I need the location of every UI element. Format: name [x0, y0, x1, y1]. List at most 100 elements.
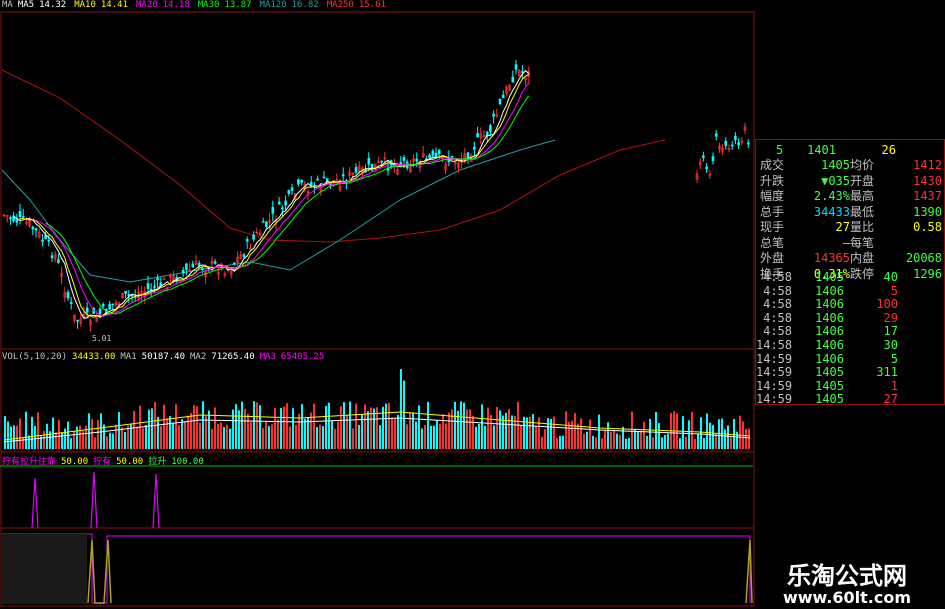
candle-body	[489, 125, 492, 132]
volume-bar	[748, 428, 750, 449]
candle-body	[705, 166, 708, 170]
volume-bar	[478, 423, 480, 449]
volume-bar	[145, 425, 147, 449]
candle-body	[57, 259, 60, 264]
candle-body	[734, 135, 737, 141]
volume-bar	[355, 403, 357, 449]
volume-bar	[34, 425, 36, 449]
ma-label-4: MA30	[197, 0, 220, 10]
volume-bar	[349, 401, 351, 449]
candle-body	[69, 302, 73, 304]
tick-price: 1406	[815, 351, 844, 366]
volume-bar	[175, 404, 177, 449]
volume-bar	[97, 419, 99, 449]
candle-body	[76, 319, 79, 322]
vol-header-item-3: 50187.40	[141, 352, 186, 362]
tick-time: 14:59	[756, 392, 793, 407]
quote-row: 幅度 2.43% 最高 1437	[756, 189, 945, 204]
volume-bar	[337, 421, 339, 449]
candle-body	[252, 234, 255, 240]
volume-bar	[595, 437, 597, 449]
volume-bar	[628, 437, 630, 449]
quote-label: 外盘	[760, 251, 785, 265]
quote-label: 幅度	[760, 189, 785, 203]
tick-volume: 17	[883, 324, 898, 339]
ma-label-0: MA	[2, 0, 13, 10]
volume-bar	[172, 422, 174, 449]
candle-body	[714, 133, 718, 137]
volume-bar	[235, 404, 237, 449]
volume-bar	[64, 428, 66, 449]
volume-bar	[556, 437, 558, 449]
candle-body	[50, 255, 54, 259]
tick-time: 14:59	[756, 378, 793, 393]
volume-bar	[160, 426, 162, 449]
candle-body	[98, 308, 102, 315]
volume-bar	[91, 419, 93, 449]
tick-price: 1405	[815, 365, 844, 380]
volume-bar	[373, 408, 375, 449]
tick-row: 4:58 1406 100	[756, 297, 945, 311]
volume-header: VOL(5,10,20) 34433.00 MA1 50187.40 MA2 71265.…	[2, 352, 329, 362]
ma5-line	[13, 70, 530, 319]
volume-bar	[244, 408, 246, 449]
quote-value: —	[842, 235, 850, 250]
volume-bar	[385, 403, 387, 449]
volume-bar	[262, 428, 264, 449]
candle-body	[431, 150, 435, 156]
candle-body	[498, 98, 502, 105]
volume-bar	[487, 407, 489, 449]
volume-bar	[709, 422, 711, 449]
tick-volume: 5	[890, 283, 898, 298]
volume-bar	[631, 411, 633, 449]
tick-row: 4:58 1406 17	[756, 324, 945, 338]
candle-body	[300, 179, 303, 183]
volume-bar	[745, 428, 747, 449]
ma250-line	[1, 69, 666, 243]
ma-label-value-6: 15.61	[358, 0, 386, 10]
volume-bar	[607, 422, 609, 449]
volume-bar	[520, 425, 522, 449]
ind-header-item-1: 50.00	[61, 457, 89, 467]
volume-bar	[445, 423, 447, 449]
volume-bar	[124, 432, 126, 449]
quote-label-2: 每笔	[850, 235, 875, 250]
volume-bar	[313, 403, 315, 449]
volume-bar	[103, 424, 105, 449]
volume-bar	[226, 424, 228, 449]
ma-label-2: MA10	[74, 0, 96, 10]
volume-bar	[499, 410, 501, 449]
volume-bar	[460, 401, 462, 449]
volume-bar	[706, 413, 708, 449]
candle-body	[737, 142, 740, 146]
candle-body	[213, 261, 217, 264]
tick-time: 4:58	[763, 324, 792, 339]
volume-bar	[391, 417, 393, 449]
tick-time: 4:58	[763, 270, 792, 284]
volume-bar	[259, 405, 261, 449]
volume-bar	[277, 419, 279, 449]
volume-bar	[301, 404, 303, 449]
candle-body	[111, 303, 115, 306]
quote-label: 升跌	[760, 173, 785, 188]
tick-row: 4:58 1406 29	[756, 311, 945, 325]
vol-header-item-0: VOL(5,10,20)	[2, 352, 68, 362]
volume-bar	[118, 411, 120, 449]
quote-value-2: 1437	[913, 189, 942, 203]
volume-bar	[298, 413, 300, 449]
volume-bar	[439, 423, 441, 449]
candle-body	[21, 216, 25, 218]
candle-body	[450, 155, 454, 158]
candle-body	[181, 269, 185, 274]
candle-body	[153, 286, 156, 288]
candle-body	[85, 307, 89, 313]
quote-value-2: 1412	[913, 158, 942, 172]
volume-bar	[622, 426, 624, 449]
volume-bar	[535, 426, 537, 449]
volume-bar	[580, 418, 582, 449]
volume-bar	[352, 428, 354, 449]
volume-bar	[466, 409, 468, 449]
volume-bar	[451, 409, 453, 449]
volume-bar	[334, 428, 336, 449]
volume-bar	[586, 431, 588, 449]
